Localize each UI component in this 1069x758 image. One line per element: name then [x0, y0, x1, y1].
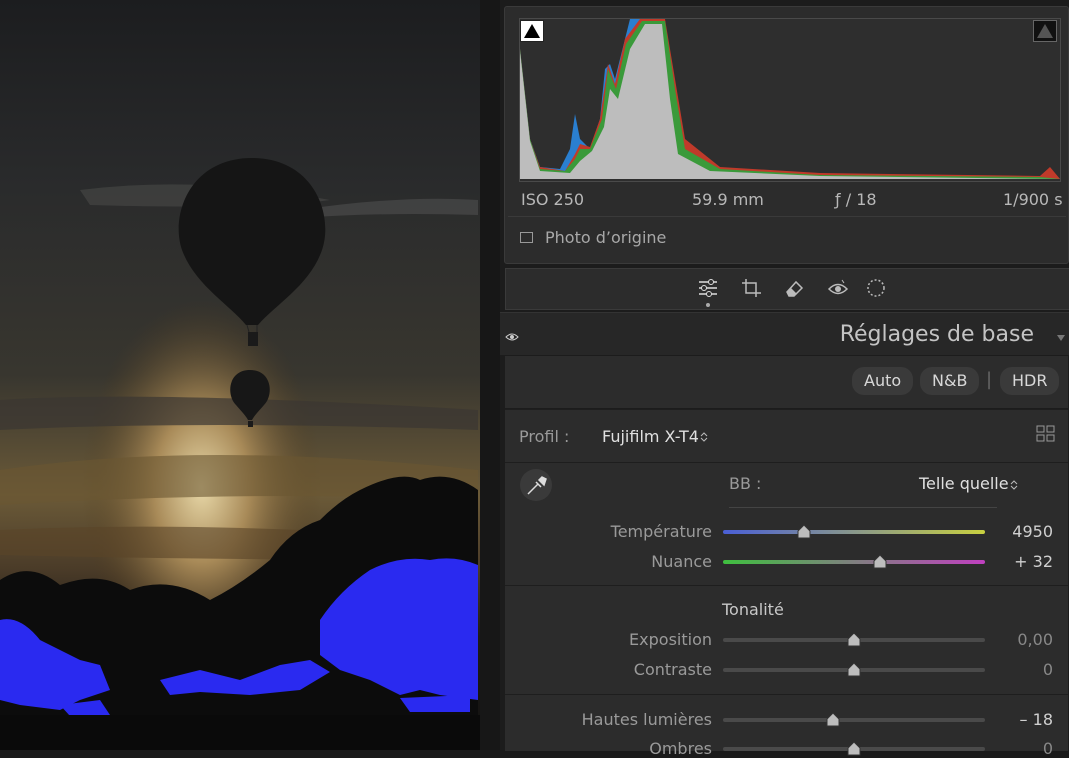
visibility-eye-icon[interactable]: [505, 328, 519, 347]
highlight-clipping-icon[interactable]: [1033, 20, 1057, 42]
original-photo-checkbox[interactable]: [520, 232, 533, 243]
tint-slider[interactable]: [723, 560, 985, 564]
temperature-slider[interactable]: [723, 530, 985, 534]
shadows-label: Ombres: [649, 739, 712, 758]
hdr-button[interactable]: HDR: [1000, 367, 1060, 395]
redeye-icon[interactable]: [827, 278, 849, 298]
highlights-label: Hautes lumières: [581, 710, 712, 729]
button-separator: |: [986, 369, 993, 390]
shadows-value[interactable]: 0: [993, 739, 1053, 758]
exposure-label: Exposition: [629, 630, 712, 649]
highlights-value[interactable]: – 18: [993, 710, 1053, 729]
masking-icon[interactable]: [865, 278, 887, 298]
auto-buttons-row: [505, 356, 1068, 408]
histogram-graph[interactable]: [519, 18, 1061, 182]
wb-eyedropper-icon[interactable]: [519, 468, 553, 506]
profile-browser-grid-icon[interactable]: [1036, 425, 1056, 447]
original-photo-toggle[interactable]: Photo d’origine: [520, 228, 666, 247]
profile-stepper-icon[interactable]: [700, 428, 708, 447]
active-tool-indicator: [706, 303, 710, 307]
panel-divider[interactable]: [480, 0, 500, 750]
original-photo-label: Photo d’origine: [545, 228, 667, 247]
temperature-value[interactable]: 4950: [993, 522, 1053, 541]
photo-balloons-image: [0, 0, 480, 750]
wb-divider: [729, 507, 997, 508]
wb-stepper-icon[interactable]: [1010, 476, 1018, 495]
auto-button[interactable]: Auto: [852, 367, 914, 395]
contrast-label: Contraste: [633, 660, 712, 679]
profile-value[interactable]: Fujifilm X-T4: [602, 427, 699, 446]
temperature-label: Température: [610, 522, 712, 541]
photo-preview: [0, 0, 480, 750]
histogram-divider: [508, 216, 1066, 217]
tone-heading: Tonalité: [722, 600, 784, 619]
eraser-icon[interactable]: [784, 278, 806, 298]
crop-icon[interactable]: [741, 278, 763, 298]
exif-aperture: ƒ / 18: [835, 190, 877, 209]
section-title: Réglages de base: [839, 322, 1034, 347]
exif-iso: ISO 250: [521, 190, 585, 209]
exposure-value[interactable]: 0,00: [993, 630, 1053, 649]
bw-button[interactable]: N&B: [920, 367, 980, 395]
profile-row: [505, 409, 1068, 462]
highlights-slider[interactable]: [723, 718, 985, 722]
contrast-value[interactable]: 0: [993, 660, 1053, 679]
wb-value[interactable]: Telle quelle: [919, 474, 1009, 493]
tint-value[interactable]: + 32: [993, 552, 1053, 571]
tint-label: Nuance: [651, 552, 712, 571]
profile-label: Profil :: [519, 427, 570, 446]
collapse-triangle-icon[interactable]: [1056, 328, 1066, 347]
shadow-clipping-icon[interactable]: [520, 20, 544, 42]
wb-label: BB :: [729, 474, 762, 493]
edit-sliders-icon[interactable]: [697, 278, 719, 298]
exif-focal-length: 59.9 mm: [692, 190, 764, 209]
exif-shutter: 1/900 s: [1003, 190, 1063, 209]
